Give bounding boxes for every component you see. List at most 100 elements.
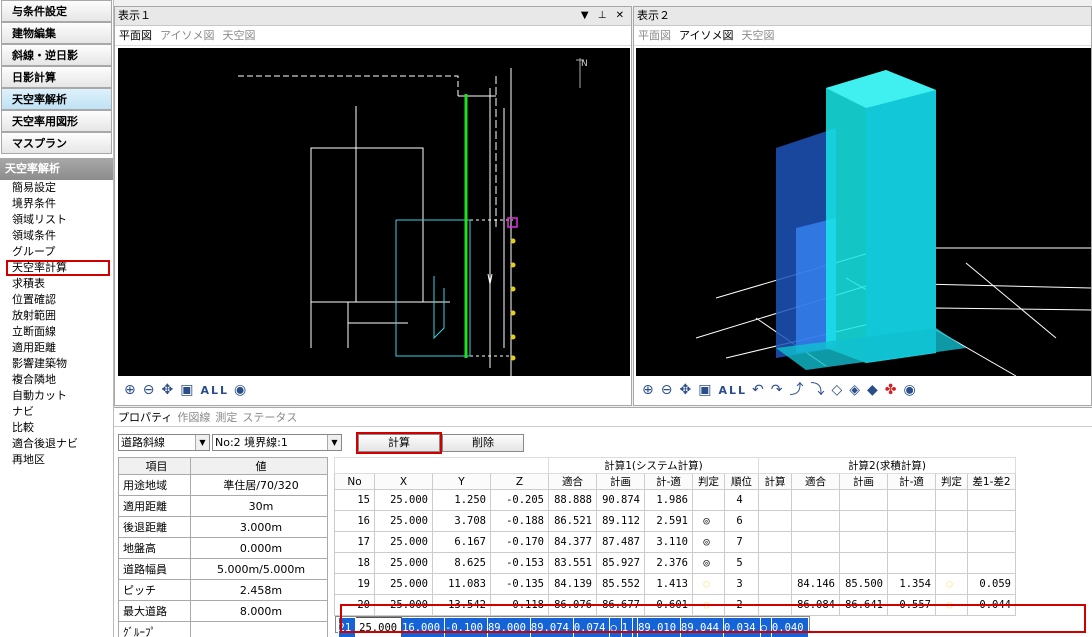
result-row[interactable]: 17 25.000 6.167 -0.170 84.377 87.487 3.110 ◎ 7 — [334, 531, 1016, 553]
sidebar-item[interactable]: 放射範囲 — [0, 308, 113, 324]
delete-button[interactable]: 削除 — [442, 434, 524, 452]
property-row[interactable]: 道路幅員 5.000m/5.000m — [117, 558, 328, 580]
property-row[interactable]: 適用距離 30m — [117, 495, 328, 517]
view-tab[interactable]: 平面図 — [638, 29, 671, 42]
zoom-window-icon[interactable]: ▣ — [180, 377, 195, 403]
isometric-view-canvas[interactable] — [636, 48, 1091, 376]
result-cell — [935, 489, 968, 511]
pan-icon[interactable]: ✥ — [679, 377, 693, 403]
column-header-row: No X Y Z 適合 計画 計-適 判定 順位 計算 適合 計画 計-適 判定 差1-差2 — [334, 473, 1016, 490]
bottom-tab[interactable]: 測定 — [215, 411, 237, 424]
pan-icon[interactable]: ✥ — [161, 377, 175, 403]
sidebar-button[interactable]: 天空率解析 — [1, 88, 112, 110]
tilt-up-icon[interactable]: ⤴ — [789, 377, 805, 403]
zoom-out-icon[interactable]: ⊖ — [661, 377, 675, 403]
result-row[interactable]: 16 25.000 3.708 -0.188 86.521 89.112 2.591 ◎ 6 — [334, 510, 1016, 532]
property-value[interactable]: 30m — [190, 495, 328, 517]
result-row[interactable]: 15 25.000 1.250 -0.205 88.888 90.874 1.986 4 — [334, 489, 1016, 511]
result-cell: 16 — [334, 510, 375, 532]
sidebar-button[interactable]: 斜線・逆日影 — [1, 44, 112, 66]
sidebar-item[interactable]: 領域条件 — [0, 228, 113, 244]
bottom-tab[interactable]: プロパティ — [118, 411, 172, 424]
bottom-tab[interactable]: 作図線 — [177, 411, 210, 424]
sidebar-item[interactable]: 比較 — [0, 420, 113, 436]
property-row[interactable]: ピッチ 2.458m — [117, 579, 328, 601]
shaded-icon[interactable]: ◆ — [867, 377, 880, 403]
view-tab[interactable]: アイソメ図 — [679, 29, 733, 42]
panel-controls[interactable]: ▼ ⊥ ✕ — [581, 7, 627, 25]
sidebar-item[interactable]: 影響建築物 — [0, 356, 113, 372]
sidebar-button[interactable]: 与条件設定 — [1, 0, 112, 22]
property-row[interactable]: ｸﾞﾙｰﾌﾟ — [117, 621, 328, 637]
bottom-tab[interactable]: ステータス — [242, 411, 297, 424]
result-cell: 3.110 — [644, 531, 693, 553]
boundary-select[interactable]: No:2 境界線:1 ▼ — [212, 434, 342, 451]
view1-title: 表示１ — [118, 9, 151, 22]
result-cell — [839, 489, 888, 511]
result-cell: 25.000 — [374, 531, 433, 553]
sidebar-item[interactable]: 簡易設定 — [0, 180, 113, 196]
result-cell — [791, 489, 840, 511]
property-value[interactable]: 8.000m — [190, 600, 328, 622]
zoom-window-icon[interactable]: ▣ — [698, 377, 713, 403]
property-value[interactable]: 0.000m — [190, 537, 328, 559]
sidebar-button[interactable]: 天空率用図形 — [1, 110, 112, 132]
sidebar-button[interactable]: マスプラン — [1, 132, 112, 154]
view-tab[interactable]: 平面図 — [119, 29, 152, 42]
property-value[interactable]: 3.000m — [190, 516, 328, 538]
result-cell — [887, 531, 936, 553]
sidebar-item[interactable]: 適合後退ナビ — [0, 436, 113, 452]
property-value[interactable]: 5.000m/5.000m — [190, 558, 328, 580]
view-tab[interactable]: 天空図 — [741, 29, 774, 42]
result-cell — [887, 489, 936, 511]
property-row[interactable]: 地盤高 0.000m — [117, 537, 328, 559]
sidebar-button[interactable]: 日影計算 — [1, 66, 112, 88]
property-row[interactable]: 最大道路 8.000m — [117, 600, 328, 622]
property-row[interactable]: 後退距離 3.000m — [117, 516, 328, 538]
property-value[interactable] — [190, 621, 328, 637]
property-name: 適用距離 — [117, 495, 192, 517]
property-value[interactable]: 2.458m — [190, 579, 328, 601]
sidebar-item[interactable]: ナビ — [0, 404, 113, 420]
result-row[interactable]: 19 25.000 11.083 -0.135 84.139 85.552 1.413 ○ 3 8… — [334, 573, 1016, 595]
result-row[interactable]: 18 25.000 8.625 -0.153 83.551 85.927 2.376 ◎ 5 — [334, 552, 1016, 574]
result-cell: 18 — [334, 552, 375, 574]
sidebar-item[interactable]: 天空率計算 — [6, 260, 110, 276]
sidebar-item[interactable]: 求積表 — [0, 276, 113, 292]
sidebar-item[interactable]: 自動カット — [0, 388, 113, 404]
sidebar-item[interactable]: 再地区 — [0, 452, 113, 468]
result-cell: ◎ — [692, 552, 725, 574]
zoom-out-icon[interactable]: ⊖ — [143, 377, 157, 403]
property-header-cell: 値 — [190, 457, 328, 475]
view-tab[interactable]: アイソメ図 — [160, 29, 214, 42]
property-panel: プロパティ 作図線 測定 ステータス 道路斜線 ▼ No:2 境界線:1 ▼ 計算 削除 … — [114, 407, 1092, 637]
sidebar-button[interactable]: 建物編集 — [1, 22, 112, 44]
view-tab[interactable]: 天空図 — [222, 29, 255, 42]
rotate-left-icon[interactable]: ↶ — [752, 377, 766, 403]
zoom-in-icon[interactable]: ⊕ — [642, 377, 656, 403]
all-button[interactable]: ALL — [718, 378, 747, 404]
property-row[interactable]: 用途地域 準住居/70/320 — [117, 474, 328, 496]
zoom-in-icon[interactable]: ⊕ — [124, 377, 138, 403]
orbit-icon[interactable]: ✤ — [885, 377, 899, 403]
sidebar-item[interactable]: 境界条件 — [0, 196, 113, 212]
all-button[interactable]: ALL — [200, 378, 229, 404]
sidebar-item[interactable]: グループ — [0, 244, 113, 260]
tilt-down-icon[interactable]: ⤵ — [810, 377, 826, 403]
sidebar-item[interactable]: 複合隣地 — [0, 372, 113, 388]
chevron-down-icon: ▼ — [195, 435, 209, 450]
sidebar-item[interactable]: 立断面線 — [0, 324, 113, 340]
hidden-line-icon[interactable]: ◈ — [849, 377, 862, 403]
calculate-button[interactable]: 計算 — [356, 432, 442, 454]
rotate-right-icon[interactable]: ↷ — [771, 377, 785, 403]
sidebar-item[interactable]: 領域リスト — [0, 212, 113, 228]
sidebar-item[interactable]: 適用距離 — [0, 340, 113, 356]
check-type-select[interactable]: 道路斜線 ▼ — [118, 434, 210, 451]
eye-icon[interactable]: ◉ — [904, 377, 918, 403]
eye-icon[interactable]: ◉ — [234, 377, 248, 403]
property-value[interactable]: 準住居/70/320 — [190, 474, 328, 496]
wireframe-icon[interactable]: ◇ — [831, 377, 844, 403]
result-cell — [967, 510, 1016, 532]
plan-view-canvas[interactable]: N — [118, 48, 630, 376]
sidebar-item[interactable]: 位置確認 — [0, 292, 113, 308]
